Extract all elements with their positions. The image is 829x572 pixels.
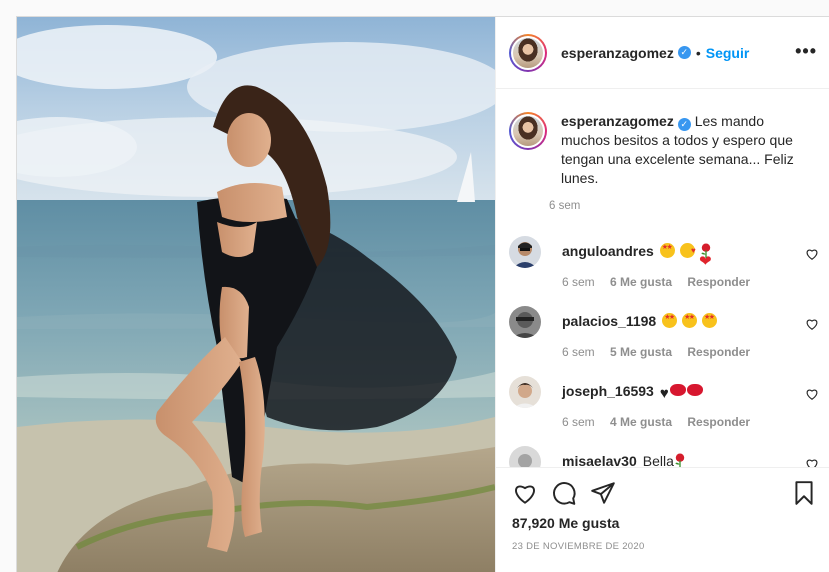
- comments-scroll-area[interactable]: esperanzagomez ✓ Les mando muchos besitos…: [496, 90, 829, 467]
- comment-like-icon[interactable]: [805, 457, 819, 467]
- follow-button[interactable]: Seguir: [706, 45, 750, 61]
- post-date[interactable]: 23 DE NOVIEMBRE DE 2020: [512, 541, 645, 552]
- comment-item: palacios_1198 6 sem 5 Me gusta Responder: [509, 306, 819, 366]
- comment-likes[interactable]: 4 Me gusta: [610, 415, 672, 429]
- commenter-username[interactable]: palacios_1198: [562, 313, 656, 329]
- commenter-username[interactable]: joseph_16593: [562, 383, 654, 399]
- comment-like-icon[interactable]: [805, 387, 819, 401]
- commenter-avatar[interactable]: [509, 236, 541, 268]
- verified-badge-icon: ✓: [677, 46, 691, 59]
- commenter-username[interactable]: anguloandres: [562, 243, 654, 259]
- post-side-panel: esperanzagomez ✓ • Seguir ••• esperanzag…: [495, 17, 829, 572]
- author-username[interactable]: esperanzagomez: [561, 45, 674, 61]
- instagram-post: esperanzagomez ✓ • Seguir ••• esperanzag…: [16, 16, 829, 572]
- comment-item: joseph_16593 ♥ 6 sem 4 Me gusta Responder: [509, 376, 819, 436]
- separator-dot: •: [695, 44, 701, 61]
- comment-time[interactable]: 6 sem: [562, 275, 595, 289]
- likes-count[interactable]: 87,920 Me gusta: [512, 515, 619, 531]
- commenter-avatar[interactable]: [509, 446, 541, 467]
- star-struck-emoji: [682, 313, 698, 328]
- like-icon[interactable]: [512, 480, 538, 506]
- reply-button[interactable]: Responder: [687, 345, 750, 359]
- commenter-avatar[interactable]: [509, 376, 541, 408]
- comment-text: palacios_1198: [562, 313, 718, 329]
- reply-button[interactable]: Responder: [687, 275, 750, 289]
- post-photo[interactable]: [17, 17, 495, 572]
- comment-likes[interactable]: 5 Me gusta: [610, 345, 672, 359]
- caption-timestamp[interactable]: 6 sem: [549, 200, 580, 212]
- caption-username[interactable]: esperanzagomez: [561, 113, 674, 129]
- verified-badge-icon: ✓: [677, 118, 691, 131]
- comment-text: anguloandres ❤: [562, 243, 713, 269]
- post-caption: esperanzagomez ✓ Les mando muchos besitos…: [509, 112, 819, 188]
- comment-likes[interactable]: 6 Me gusta: [610, 275, 672, 289]
- post-header: esperanzagomez ✓ • Seguir •••: [496, 17, 829, 89]
- comment-item: anguloandres ❤ 6 sem 6 Me gusta Responde…: [509, 236, 819, 296]
- share-icon[interactable]: [590, 480, 616, 506]
- more-options-icon[interactable]: •••: [795, 41, 817, 62]
- save-icon[interactable]: [791, 480, 817, 506]
- reply-button[interactable]: Responder: [687, 415, 750, 429]
- comment-meta: 6 sem 6 Me gusta Responder: [562, 275, 762, 289]
- comment-time[interactable]: 6 sem: [562, 415, 595, 429]
- comment-item: misaelav30 Bella: [509, 446, 819, 467]
- commenter-username[interactable]: misaelav30: [562, 453, 637, 467]
- comment-text: joseph_16593 ♥: [562, 383, 704, 401]
- star-struck-emoji: [662, 313, 678, 328]
- comment-like-icon[interactable]: [805, 317, 819, 331]
- face-blowing-kiss-emoji: [679, 243, 696, 258]
- comment-meta: 6 sem 4 Me gusta Responder: [562, 415, 762, 429]
- comment-meta: 6 sem 5 Me gusta Responder: [562, 345, 762, 359]
- commenter-avatar[interactable]: [509, 306, 541, 338]
- star-struck-emoji: [659, 243, 675, 258]
- comment-like-icon[interactable]: [805, 247, 819, 261]
- post-actions: 87,920 Me gusta 23 DE NOVIEMBRE DE 2020: [496, 467, 829, 572]
- caption-avatar[interactable]: [509, 112, 547, 150]
- kiss-mark-emoji: [669, 384, 686, 396]
- comment-time[interactable]: 6 sem: [562, 345, 595, 359]
- comment-icon[interactable]: [551, 480, 577, 506]
- star-struck-emoji: [701, 313, 717, 328]
- author-avatar[interactable]: [509, 33, 547, 72]
- caption-text-block: esperanzagomez ✓ Les mando muchos besitos…: [561, 112, 801, 188]
- rose-emoji: [675, 453, 685, 467]
- comment-text: misaelav30 Bella: [562, 453, 687, 467]
- rose-emoji: [700, 243, 710, 258]
- kiss-mark-emoji: [686, 384, 703, 396]
- beach-photo: [17, 17, 495, 572]
- black-heart-emoji: ♥: [659, 385, 669, 402]
- comment-body: Bella: [642, 453, 674, 467]
